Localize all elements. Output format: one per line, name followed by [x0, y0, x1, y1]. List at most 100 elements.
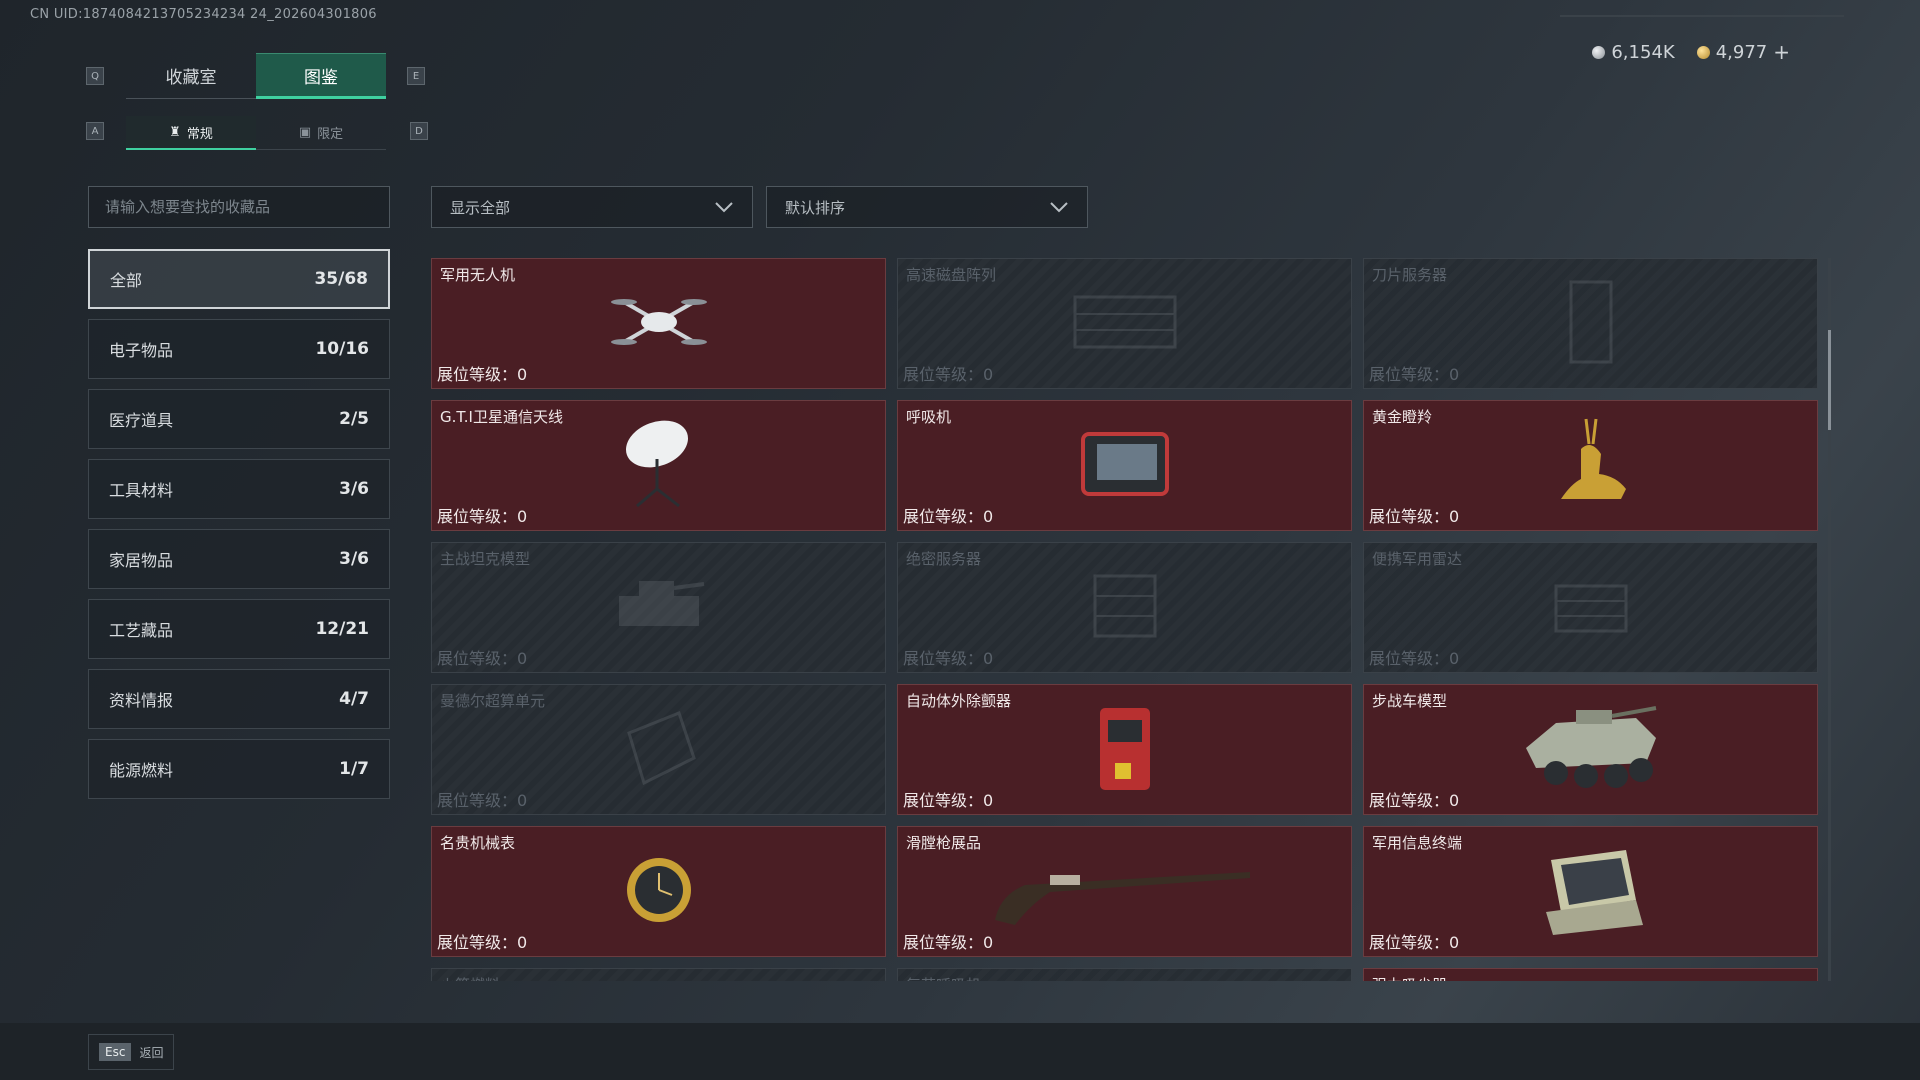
tab-limited[interactable]: ▣ 限定	[256, 116, 386, 150]
gold-amount: 4,977	[1715, 41, 1768, 63]
collection-item-name: 名贵机械表	[440, 834, 516, 852]
category-list: 全部 35/68 电子物品 10/16 医疗道具 2/5 工具材料 3/6 家居…	[88, 249, 390, 809]
collection-card[interactable]: 呼吸机 展位等级：0	[897, 400, 1352, 531]
booth-level-label: 展位等级：	[1369, 933, 1450, 952]
collection-card[interactable]: 名贵机械表 展位等级：0	[431, 826, 886, 957]
collection-card[interactable]: 绝密服务器 展位等级：0	[897, 542, 1352, 673]
collection-card[interactable]: 自动体外除颤器展位等级：0	[897, 684, 1352, 815]
collection-card[interactable]: 复苏呼吸机展位等级：0	[897, 968, 1352, 981]
tab-catalog[interactable]: 图鉴	[256, 53, 386, 99]
defibrillator-icon	[1090, 698, 1160, 802]
collection-card[interactable]: 刀片服务器 展位等级：0	[1363, 258, 1818, 389]
player-uid: CN UID:1874084213705234234 24_2026043018…	[30, 7, 377, 22]
collection-card[interactable]: 滑膛枪展品 展位等级：0	[897, 826, 1352, 957]
bottom-bar	[0, 1023, 1920, 1080]
booth-level: 展位等级：0	[1369, 787, 1459, 811]
category-electronics[interactable]: 电子物品 10/16	[88, 319, 390, 379]
sub-tabs: ♜ 常规 ▣ 限定	[126, 116, 386, 150]
scrollbar-thumb[interactable]	[1828, 330, 1831, 430]
category-intel[interactable]: 资料情报 4/7	[88, 669, 390, 729]
key-hint-e: E	[407, 67, 425, 85]
collection-card[interactable]: 步战车模型展位等级：0	[1363, 684, 1818, 815]
collection-card[interactable]: 火箭燃料展位等级：0	[431, 968, 886, 981]
collection-card[interactable]: 军用信息终端 展位等级：0	[1363, 826, 1818, 957]
booth-level: 展位等级：0	[437, 645, 527, 669]
booth-level-label: 展位等级：	[437, 365, 518, 384]
tab-collection-room[interactable]: 收藏室	[126, 53, 256, 99]
collection-card[interactable]: 主战坦克模型展位等级：0	[431, 542, 886, 673]
collection-item-name: 军用信息终端	[1372, 834, 1463, 852]
category-medical[interactable]: 医疗道具 2/5	[88, 389, 390, 449]
regular-icon: ♜	[169, 124, 181, 140]
category-tools[interactable]: 工具材料 3/6	[88, 459, 390, 519]
collection-item-name: 火箭燃料	[440, 974, 500, 981]
chevron-down-icon	[1050, 202, 1068, 213]
booth-level-value: 0	[1449, 365, 1460, 384]
category-energy[interactable]: 能源燃料 1/7	[88, 739, 390, 799]
ifv-model-icon	[1516, 698, 1666, 802]
booth-level-value: 0	[983, 933, 994, 952]
silver-currency: 6,154K	[1592, 41, 1675, 63]
booth-level-label: 展位等级：	[903, 933, 984, 952]
category-count: 10/16	[315, 339, 369, 359]
collection-card[interactable]: 军用无人机 展位等级：0	[431, 258, 886, 389]
collection-item-name: 自动体外除颤器	[906, 692, 1012, 710]
category-crafts[interactable]: 工艺藏品 12/21	[88, 599, 390, 659]
category-name: 全部	[110, 271, 143, 290]
key-hint-d: D	[410, 122, 428, 140]
collection-item-name: 复苏呼吸机	[906, 974, 981, 981]
watch-icon	[614, 845, 704, 939]
silver-coin-icon	[1592, 45, 1606, 59]
collection-card[interactable]: 强力吸尘器展位等级：0	[1363, 968, 1818, 981]
collection-card[interactable]: 曼德尔超算单元 展位等级：0	[431, 684, 886, 815]
filter-value: 显示全部	[450, 198, 511, 217]
collection-card[interactable]: 高速磁盘阵列 展位等级：0	[897, 258, 1352, 389]
tab-regular-label: 常规	[186, 126, 213, 142]
booth-level-label: 展位等级：	[903, 791, 984, 810]
back-button[interactable]: Esc 返回	[88, 1034, 175, 1070]
booth-level-value: 0	[517, 649, 528, 668]
booth-level-label: 展位等级：	[1369, 365, 1450, 384]
booth-level-label: 展位等级：	[437, 791, 518, 810]
booth-level-label: 展位等级：	[903, 507, 984, 526]
collection-card[interactable]: 便携军用雷达 展位等级：0	[1363, 542, 1818, 673]
booth-level: 展位等级：0	[1369, 361, 1459, 385]
collection-card[interactable]: G.T.I卫星通信天线 展位等级：0	[431, 400, 886, 531]
tab-regular[interactable]: ♜ 常规	[126, 116, 256, 150]
booth-level-value: 0	[1449, 507, 1460, 526]
booth-level-value: 0	[517, 791, 528, 810]
booth-level: 展位等级：0	[437, 503, 527, 527]
disk-array-icon	[1065, 282, 1185, 366]
booth-level: 展位等级：0	[437, 787, 527, 811]
add-currency-button[interactable]: +	[1773, 40, 1790, 64]
booth-level-value: 0	[517, 933, 528, 952]
collection-item-name: 步战车模型	[1372, 692, 1448, 710]
booth-level: 展位等级：0	[903, 929, 993, 953]
booth-level: 展位等级：0	[1369, 929, 1459, 953]
main-tabs: 收藏室 图鉴	[126, 53, 386, 99]
collection-card[interactable]: 黄金瞪羚 展位等级：0	[1363, 400, 1818, 531]
category-household[interactable]: 家居物品 3/6	[88, 529, 390, 589]
category-count: 12/21	[315, 619, 369, 639]
blade-server-icon	[1561, 277, 1621, 371]
collection-item-name: 主战坦克模型	[440, 550, 531, 568]
booth-level-label: 展位等级：	[1369, 649, 1450, 668]
silver-amount: 6,154K	[1611, 41, 1675, 63]
back-label: 返回	[139, 1045, 164, 1060]
collection-grid: 军用无人机 展位等级：0 高速磁盘阵列 展位等级：0 刀片服务器 展位等级：0 G.T.I卫…	[431, 258, 1821, 981]
search-input[interactable]	[88, 186, 390, 228]
booth-level: 展位等级：0	[903, 787, 993, 811]
category-all[interactable]: 全部 35/68	[88, 249, 390, 309]
filter-dropdown[interactable]: 显示全部	[431, 186, 753, 228]
collection-item-name: 便携军用雷达	[1372, 550, 1463, 568]
collection-item-name: 绝密服务器	[906, 550, 982, 568]
booth-level-value: 0	[1449, 933, 1460, 952]
category-count: 2/5	[339, 409, 369, 429]
category-name: 工具材料	[109, 481, 174, 500]
key-hint-a: A	[86, 122, 104, 140]
collection-item-name: 曼德尔超算单元	[440, 692, 546, 710]
category-name: 医疗道具	[109, 411, 174, 430]
category-name: 能源燃料	[109, 761, 174, 780]
sort-dropdown[interactable]: 默认排序	[766, 186, 1088, 228]
category-count: 1/7	[339, 759, 369, 779]
